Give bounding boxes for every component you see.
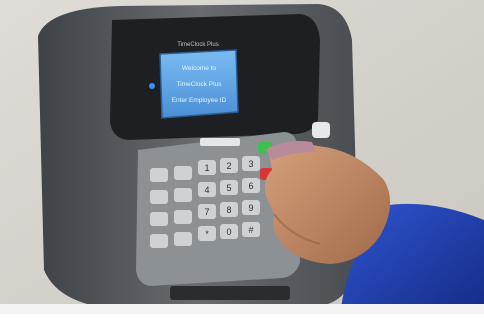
key-label: #	[248, 225, 253, 235]
screen-line-2: TimeClock Plus	[177, 81, 223, 88]
function-key[interactable]	[150, 190, 168, 204]
lcd-screen: TimeClock Plus Welcome to TimeClock Plus…	[159, 42, 239, 119]
key-label-strip	[200, 138, 240, 146]
key-label: 8	[226, 205, 231, 215]
side-button	[312, 122, 330, 138]
key-label: 4	[204, 185, 209, 195]
function-key[interactable]	[174, 188, 192, 202]
key-label: 5	[226, 183, 231, 193]
key-label: *	[205, 229, 209, 239]
photo-illustration: TimeClock Plus Welcome to TimeClock Plus…	[0, 0, 484, 314]
timeclock-photo: TimeClock Plus Welcome to TimeClock Plus…	[0, 0, 484, 314]
key-label: 6	[248, 181, 253, 191]
key-label: 7	[204, 207, 209, 217]
key-label: 3	[248, 159, 253, 169]
key-label: 9	[248, 203, 253, 213]
function-key[interactable]	[150, 168, 168, 182]
card-slot	[170, 286, 290, 300]
bottom-border	[0, 304, 484, 314]
function-key[interactable]	[174, 166, 192, 180]
key-label: 0	[226, 227, 231, 237]
function-key[interactable]	[174, 232, 192, 246]
screen-line-1: Welcome to	[182, 65, 217, 72]
function-key[interactable]	[150, 212, 168, 226]
function-key[interactable]	[174, 210, 192, 224]
status-led	[149, 83, 155, 89]
brand-label: TimeClock Plus	[177, 42, 218, 48]
screen-line-3: Enter Employee ID	[172, 97, 227, 104]
key-label: 1	[204, 163, 209, 173]
key-label: 2	[226, 161, 231, 171]
function-key[interactable]	[150, 234, 168, 248]
